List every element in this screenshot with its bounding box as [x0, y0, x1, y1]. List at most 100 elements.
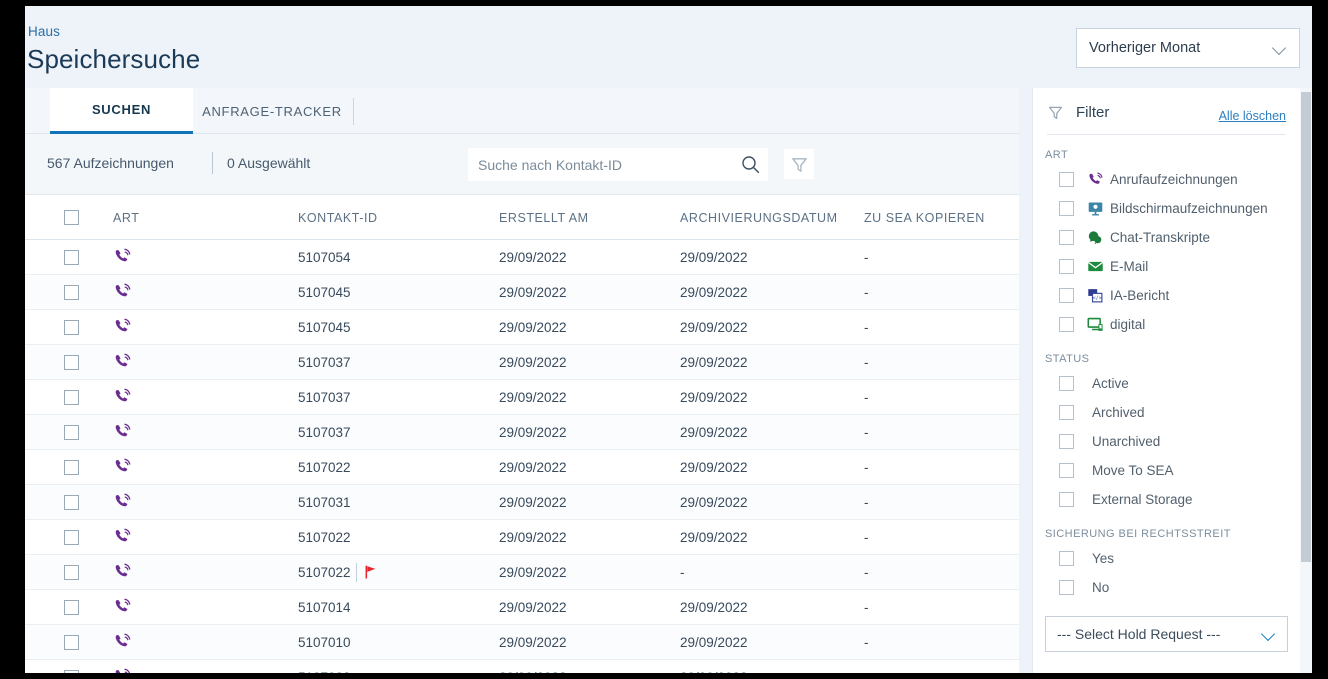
search-input[interactable]	[469, 155, 733, 174]
filter-checkbox[interactable]	[1059, 405, 1074, 420]
table-row[interactable]: 5107045 29/09/2022 29/09/2022 -	[25, 275, 1019, 310]
funnel-icon	[791, 157, 807, 172]
column-header-archiv[interactable]: ARCHIVIERUNGSDATUM	[680, 211, 838, 225]
row-select-checkbox[interactable]	[64, 565, 79, 580]
filter-panel: Filter Alle löschen ART Anrufaufzeichnung…	[1032, 88, 1300, 673]
filter-checkbox[interactable]	[1059, 492, 1074, 507]
table-row[interactable]: 5107010 29/09/2022 29/09/2022 -	[25, 625, 1019, 660]
row-select-checkbox[interactable]	[64, 670, 79, 673]
filter-group-label: SICHERUNG BEI RECHTSSTREIT	[1045, 528, 1231, 540]
row-select-checkbox[interactable]	[64, 460, 79, 475]
tab-bar: SUCHEN ANFRAGE-TRACKER	[25, 88, 1019, 134]
column-header-art[interactable]: ART	[113, 211, 139, 225]
period-select[interactable]: Vorheriger Monat	[1076, 28, 1300, 68]
call-recording-icon	[113, 282, 132, 306]
column-header-sea[interactable]: ZU SEA KOPIEREN	[864, 211, 985, 225]
cell-created-date: 29/09/2022	[499, 425, 567, 440]
filter-option[interactable]: Bildschirmaufzeichnungen	[1033, 194, 1300, 223]
table-row[interactable]: 5107031 29/09/2022 29/09/2022 -	[25, 485, 1019, 520]
row-select-checkbox[interactable]	[64, 285, 79, 300]
filter-option[interactable]: Move To SEA	[1033, 456, 1300, 485]
filter-checkbox[interactable]	[1059, 463, 1074, 478]
filter-checkbox[interactable]	[1059, 259, 1074, 274]
filter-option[interactable]: Yes	[1033, 544, 1300, 573]
tab-suchen[interactable]: SUCHEN	[50, 88, 193, 134]
row-select-checkbox[interactable]	[64, 250, 79, 265]
cell-created-date: 29/09/2022	[499, 390, 567, 405]
call-recording-icon	[113, 317, 132, 341]
filter-option[interactable]: E-Mail	[1033, 252, 1300, 281]
filter-toggle-button[interactable]	[784, 149, 814, 179]
row-select-checkbox[interactable]	[64, 425, 79, 440]
filter-checkbox[interactable]	[1059, 201, 1074, 216]
filter-checkbox[interactable]	[1059, 434, 1074, 449]
select-all-checkbox[interactable]	[64, 210, 79, 225]
clear-all-filters-link[interactable]: Alle löschen	[1219, 109, 1286, 123]
filter-checkbox[interactable]	[1059, 317, 1074, 332]
cell-archived-date: 29/09/2022	[680, 600, 748, 615]
row-select-checkbox[interactable]	[64, 600, 79, 615]
search-icon[interactable]	[733, 148, 767, 181]
cell-copy-to-sea: -	[864, 495, 869, 510]
filter-option[interactable]: No	[1033, 573, 1300, 602]
period-select-value: Vorheriger Monat	[1089, 40, 1201, 56]
column-header-kontakt-id[interactable]: KONTAKT-ID	[298, 211, 378, 225]
call-recording-icon	[113, 492, 132, 516]
table-row[interactable]: 5107037 29/09/2022 29/09/2022 -	[25, 415, 1019, 450]
column-header-erstellt[interactable]: ERSTELLT AM	[499, 211, 589, 225]
call-recording-icon	[1086, 171, 1104, 189]
row-select-checkbox[interactable]	[64, 390, 79, 405]
cell-created-date: 29/09/2022	[499, 495, 567, 510]
table-row[interactable]: 5107037 29/09/2022 29/09/2022 -	[25, 380, 1019, 415]
filter-checkbox[interactable]	[1059, 172, 1074, 187]
filter-checkbox[interactable]	[1059, 230, 1074, 245]
filter-option[interactable]: External Storage	[1033, 485, 1300, 514]
table-row[interactable]: 5107037 29/09/2022 29/09/2022 -	[25, 345, 1019, 380]
tab-anfrage-tracker[interactable]: ANFRAGE-TRACKER	[193, 88, 351, 134]
cell-copy-to-sea: -	[864, 285, 869, 300]
search-box[interactable]	[468, 148, 768, 181]
filter-option[interactable]: Chat-Transkripte	[1033, 223, 1300, 252]
filter-panel-title: Filter	[1076, 104, 1110, 121]
table-row[interactable]: 5107022 29/09/2022 29/09/2022 -	[25, 520, 1019, 555]
app-root: Haus Speichersuche Vorheriger Monat SUCH…	[25, 6, 1312, 673]
filter-option[interactable]: Active	[1033, 369, 1300, 398]
filter-checkbox[interactable]	[1059, 551, 1074, 566]
row-select-checkbox[interactable]	[64, 530, 79, 545]
flag-icon[interactable]	[363, 564, 380, 586]
filter-option[interactable]: Archived	[1033, 398, 1300, 427]
row-select-checkbox[interactable]	[64, 635, 79, 650]
filter-option[interactable]: Unarchived	[1033, 427, 1300, 456]
filter-option[interactable]: Anrufaufzeichnungen	[1033, 165, 1300, 194]
cell-archived-date: 29/09/2022	[680, 250, 748, 265]
hold-request-select[interactable]: --- Select Hold Request ---	[1045, 616, 1288, 652]
email-icon	[1086, 258, 1104, 276]
cell-created-date: 29/09/2022	[499, 320, 567, 335]
filter-checkbox[interactable]	[1059, 288, 1074, 303]
hold-request-value: --- Select Hold Request ---	[1057, 626, 1221, 642]
cell-created-date: 29/09/2022	[499, 460, 567, 475]
filter-option[interactable]: </> IA-Bericht	[1033, 281, 1300, 310]
row-select-checkbox[interactable]	[64, 355, 79, 370]
table-header-row: ART KONTAKT-ID ERSTELLT AM ARCHIVIERUNGS…	[25, 195, 1019, 240]
breadcrumb[interactable]: Haus	[28, 24, 60, 39]
filter-option[interactable]: digital	[1033, 310, 1300, 339]
filter-checkbox[interactable]	[1059, 580, 1074, 595]
table-row[interactable]: 5107022 29/09/2022 29/09/2022 -	[25, 450, 1019, 485]
row-select-checkbox[interactable]	[64, 495, 79, 510]
cell-contact-id: 5107014	[298, 600, 351, 615]
table-row[interactable]: 5107045 29/09/2022 29/09/2022 -	[25, 310, 1019, 345]
cell-copy-to-sea: -	[864, 565, 869, 580]
vertical-scrollbar-thumb[interactable]	[1301, 92, 1311, 562]
table-row[interactable]: 5107014 29/09/2022 29/09/2022 -	[25, 590, 1019, 625]
filter-checkbox[interactable]	[1059, 376, 1074, 391]
table-row[interactable]: 5107054 29/09/2022 29/09/2022 -	[25, 240, 1019, 275]
table-row[interactable]: 5107003 29/09/2022 29/09/2022 -	[25, 660, 1019, 673]
cell-archived-date: 29/09/2022	[680, 635, 748, 650]
filter-option-label: digital	[1110, 317, 1146, 332]
report-icon: </>	[1086, 287, 1104, 305]
row-select-checkbox[interactable]	[64, 320, 79, 335]
table-row[interactable]: 5107022 29/09/2022 - -	[25, 555, 1019, 590]
table-body: 5107054 29/09/2022 29/09/2022 - 5107045 29/09…	[25, 240, 1019, 673]
cell-contact-id: 5107022	[298, 530, 351, 545]
